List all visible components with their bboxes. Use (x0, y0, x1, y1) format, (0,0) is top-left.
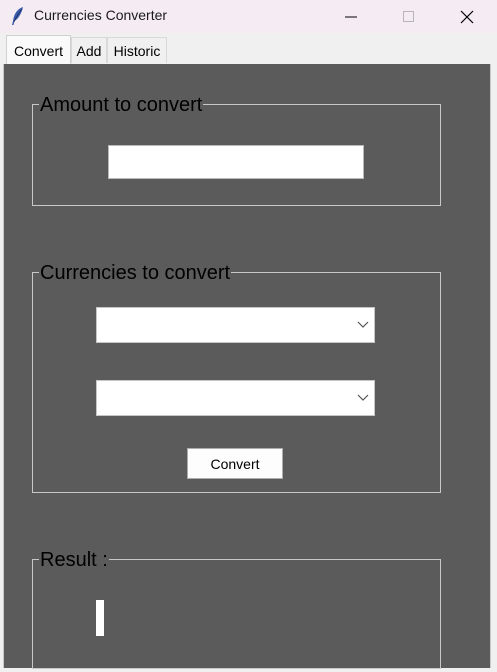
minimize-icon (345, 16, 357, 17)
minimize-button[interactable] (328, 0, 374, 33)
tab-historic[interactable]: Historic (107, 37, 167, 63)
convert-button[interactable]: Convert (187, 448, 283, 479)
tab-historic-label: Historic (113, 42, 161, 59)
chevron-down-icon (357, 394, 369, 401)
tab-add-label: Add (76, 42, 102, 59)
tab-convert[interactable]: Convert (6, 35, 71, 65)
title-bar: Currencies Converter (0, 0, 497, 33)
maximize-button[interactable] (386, 0, 432, 33)
from-currency-select[interactable] (96, 307, 375, 343)
feather-icon (12, 7, 23, 25)
to-currency-select[interactable] (96, 380, 375, 416)
amount-frame-label: Amount to convert (39, 94, 204, 116)
convert-panel: Amount to convert Currencies to convert … (3, 64, 491, 669)
window-title: Currencies Converter (34, 7, 168, 23)
result-frame-label: Result : (39, 549, 109, 571)
amount-input[interactable] (108, 145, 364, 179)
close-button[interactable] (444, 0, 490, 33)
result-display (96, 600, 104, 636)
close-icon (460, 10, 474, 23)
convert-button-label: Convert (210, 455, 260, 472)
result-frame (32, 559, 441, 669)
currencies-frame-label: Currencies to convert (39, 262, 232, 284)
tab-add[interactable]: Add (71, 37, 107, 63)
tab-strip: Convert Add Historic (0, 33, 497, 65)
maximize-icon (403, 10, 414, 22)
tab-convert-label: Convert (13, 42, 64, 59)
chevron-down-icon (357, 321, 369, 328)
